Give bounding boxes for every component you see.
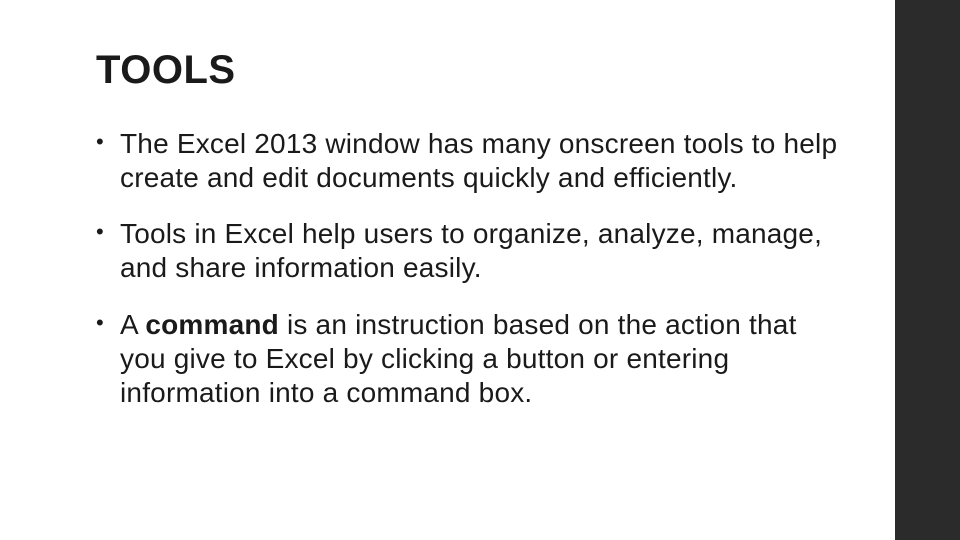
list-item: The Excel 2013 window has many onscreen … [96,127,839,195]
list-item: A command is an instruction based on the… [96,308,839,410]
text-run: Tools in Excel help users to organize, a… [120,218,822,283]
slide-title: TOOLS [96,48,839,93]
slide: TOOLS The Excel 2013 window has many ons… [0,0,960,540]
text-run: A [120,309,145,340]
bullet-list: The Excel 2013 window has many onscreen … [96,127,839,410]
list-item: Tools in Excel help users to organize, a… [96,217,839,285]
bold-run: command [145,309,279,340]
sidebar-accent [895,0,960,540]
text-run: The Excel 2013 window has many onscreen … [120,128,837,193]
content-area: TOOLS The Excel 2013 window has many ons… [0,0,895,540]
